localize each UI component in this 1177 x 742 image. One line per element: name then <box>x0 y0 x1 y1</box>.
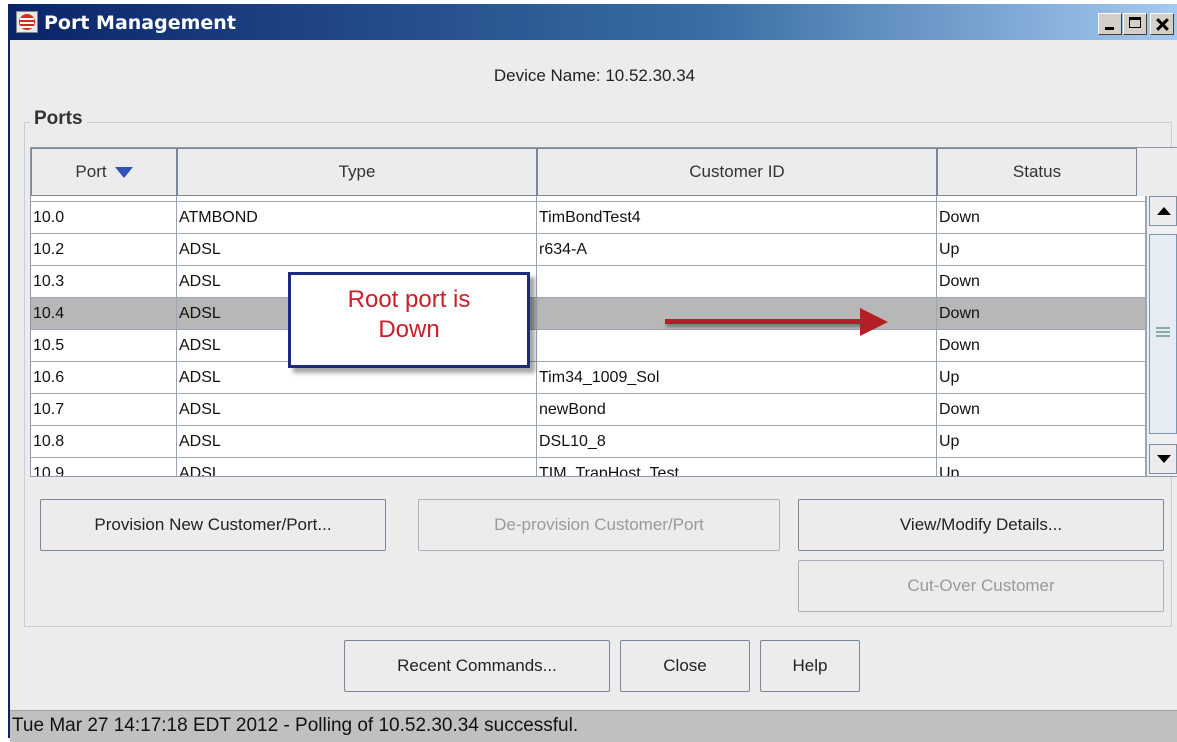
scroll-down-arrow-icon <box>1157 455 1171 463</box>
column-header-customer-label: Customer ID <box>689 162 785 181</box>
table-row[interactable]: 10.8 ADSL DSL10_8 Up <box>31 426 1146 458</box>
column-header-status-label: Status <box>1012 162 1062 181</box>
status-cell: Up <box>937 362 1146 394</box>
type-cell: ADSL <box>177 394 537 426</box>
port-cell: 10.7 <box>31 394 177 426</box>
maximize-button[interactable] <box>1123 13 1147 35</box>
annotation-arrow-icon <box>665 308 888 336</box>
scroll-grip-icon <box>1156 327 1170 337</box>
port-cell: 10.5 <box>31 330 177 362</box>
table-header: Port Type Customer ID Status <box>31 148 1177 196</box>
column-header-status[interactable]: Status <box>937 148 1137 196</box>
status-cell: Down <box>937 298 1146 330</box>
table-row[interactable]: 10.6 ADSL Tim34_1009_Sol Up <box>31 362 1146 394</box>
table-row[interactable]: 10.0 ATMBOND TimBondTest4 Down <box>31 202 1146 234</box>
customer-id-cell: TimBondTest4 <box>537 202 937 234</box>
cut-over-customer-button[interactable]: Cut-Over Customer <box>798 560 1164 612</box>
sort-descending-icon <box>114 166 133 178</box>
minimize-button[interactable] <box>1098 13 1122 35</box>
annotation-line-1: Root port is <box>347 286 471 313</box>
scrollbar-thumb[interactable] <box>1149 234 1177 434</box>
customer-id-cell <box>537 266 937 298</box>
port-management-window: Port Management Device Name: 10.52.30.34… <box>8 4 1177 742</box>
table-row[interactable]: 10.5 ADSL Down <box>31 330 1146 362</box>
ports-group-title: Ports <box>30 108 87 130</box>
type-cell: ATMBOND <box>177 202 537 234</box>
status-cell: Down <box>937 394 1146 426</box>
view-modify-details-button[interactable]: View/Modify Details... <box>798 499 1164 551</box>
customer-id-cell: TIM_TrapHost_Test <box>537 458 937 476</box>
device-name-label: Device Name: 10.52.30.34 <box>493 66 696 85</box>
table-row[interactable]: 10.4 ADSL Down <box>31 298 1146 330</box>
status-cell: Down <box>937 202 1146 234</box>
title-bar[interactable]: Port Management <box>10 4 1177 40</box>
table-row[interactable]: 10.2 ADSL r634-A Up <box>31 234 1146 266</box>
status-cell: Up <box>937 426 1146 458</box>
customer-id-cell: newBond <box>537 394 937 426</box>
column-header-type[interactable]: Type <box>177 148 537 196</box>
annotation-callout: Root port is Down <box>288 272 530 368</box>
vertical-scrollbar[interactable] <box>1146 196 1177 476</box>
port-cell: 10.9 <box>31 458 177 476</box>
scroll-down-button[interactable] <box>1149 444 1177 474</box>
column-header-port-label: Port <box>75 162 107 181</box>
customer-id-cell: DSL10_8 <box>537 426 937 458</box>
close-window-button[interactable] <box>1150 13 1174 35</box>
status-cell: Up <box>937 458 1146 476</box>
type-cell: ADSL <box>177 458 537 476</box>
annotation-line-2: Down <box>378 316 440 343</box>
status-bar: Tue Mar 27 14:17:18 EDT 2012 - Polling o… <box>10 710 1177 742</box>
status-cell: Down <box>937 330 1146 362</box>
port-cell: 10.2 <box>31 234 177 266</box>
port-cell: 10.8 <box>31 426 177 458</box>
app-icon <box>16 11 38 33</box>
status-cell: Up <box>937 234 1146 266</box>
deprovision-customer-button[interactable]: De-provision Customer/Port <box>418 499 780 551</box>
column-header-port[interactable]: Port <box>31 148 177 196</box>
recent-commands-button[interactable]: Recent Commands... <box>344 640 610 692</box>
help-button[interactable]: Help <box>760 640 860 692</box>
ports-table: Port Type Customer ID Status 10.0 ATMBOND… <box>30 147 1177 477</box>
scroll-up-button[interactable] <box>1149 196 1177 226</box>
close-button[interactable]: Close <box>620 640 750 692</box>
column-header-type-label: Type <box>338 162 376 181</box>
port-cell: 10.3 <box>31 266 177 298</box>
table-row[interactable]: 10.9 ADSL TIM_TrapHost_Test Up <box>31 458 1146 476</box>
table-row[interactable]: 10.7 ADSL newBond Down <box>31 394 1146 426</box>
table-row[interactable]: 10.3 ADSL Down <box>31 266 1146 298</box>
scroll-up-arrow-icon <box>1157 207 1171 215</box>
column-header-customer-id[interactable]: Customer ID <box>537 148 937 196</box>
type-cell: ADSL <box>177 234 537 266</box>
window-title: Port Management <box>44 12 236 34</box>
port-cell: 10.6 <box>31 362 177 394</box>
port-cell: 10.4 <box>31 298 177 330</box>
customer-id-cell: Tim34_1009_Sol <box>537 362 937 394</box>
port-cell: 10.0 <box>31 202 177 234</box>
type-cell: ADSL <box>177 426 537 458</box>
status-cell: Down <box>937 266 1146 298</box>
customer-id-cell: r634-A <box>537 234 937 266</box>
provision-new-customer-button[interactable]: Provision New Customer/Port... <box>40 499 386 551</box>
